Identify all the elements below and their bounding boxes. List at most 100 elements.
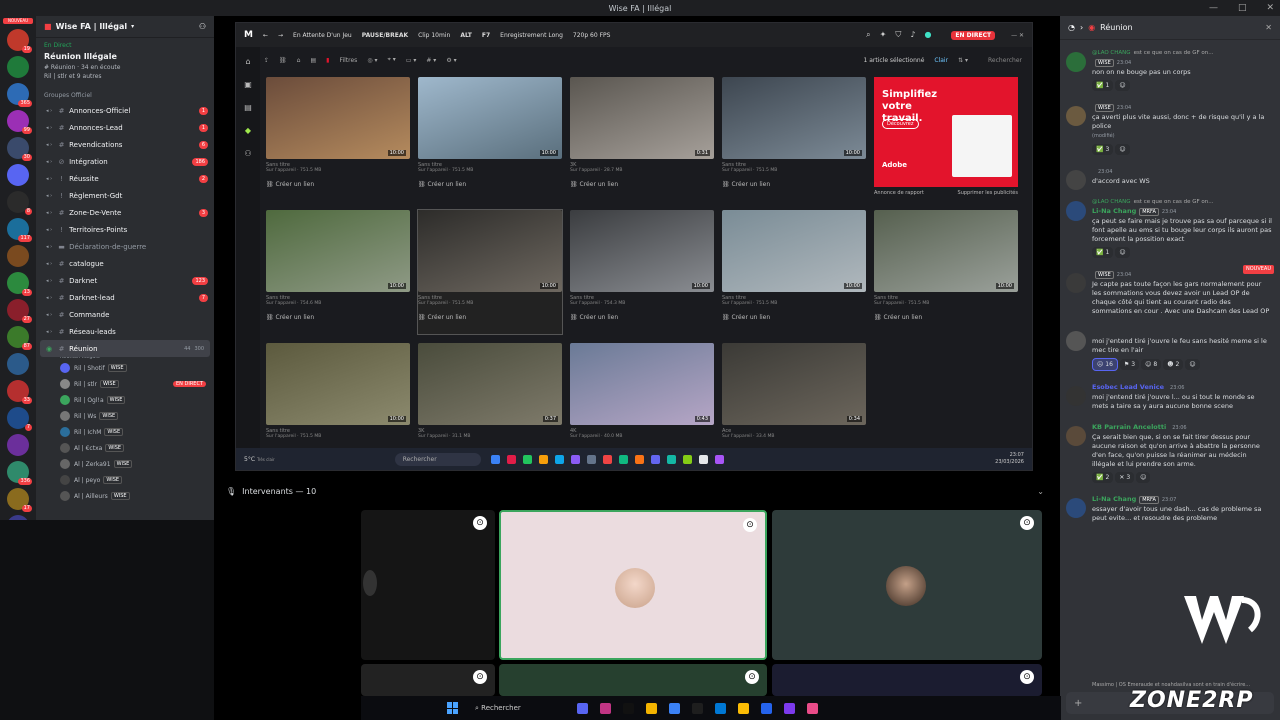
upload-icon[interactable]: ⇪ xyxy=(264,57,269,64)
server-icon[interactable]: 7 xyxy=(7,407,32,431)
server-icon[interactable]: 19 xyxy=(7,29,32,53)
clip-card[interactable]: 10:00 Sans titre Sur l'appareil · 751.5 MB… xyxy=(722,77,866,201)
clip-thumbnail[interactable]: 10:00 xyxy=(266,343,410,425)
reaction[interactable]: ☺ xyxy=(1185,359,1200,370)
ad-card[interactable]: Simplifiez votre travail. Découvrez Adobe A… xyxy=(874,77,1018,201)
reaction[interactable]: ✅ 1 xyxy=(1092,80,1114,91)
tag-icon[interactable]: ⌂ xyxy=(297,57,301,64)
location-icon[interactable]: ⌖ ▾ xyxy=(387,56,395,64)
reaction[interactable]: ⚑ 3 xyxy=(1119,359,1140,370)
voice-member[interactable]: Ril | Shotif WISE xyxy=(36,360,214,376)
clip-thumbnail[interactable]: 10:00 xyxy=(418,210,562,292)
friends-icon[interactable]: ⚇ xyxy=(244,149,251,158)
author-name[interactable]: Li-Na Chang xyxy=(1092,495,1136,503)
search-icon[interactable]: ⌕ xyxy=(866,30,870,40)
avatar[interactable] xyxy=(1066,201,1086,221)
folder-icon[interactable]: ▤ xyxy=(244,103,252,112)
chevron-right-icon[interactable]: › xyxy=(1080,23,1083,32)
voice-member[interactable]: Ril | Ogl!a WISE xyxy=(36,392,214,408)
back-icon[interactable]: ← xyxy=(263,32,268,39)
clip-thumbnail[interactable]: 0:37 xyxy=(418,343,562,425)
create-link-button[interactable]: ⛓ Créer un lien xyxy=(418,314,562,321)
clip-thumbnail[interactable]: 10:00 xyxy=(266,77,410,159)
tile-menu-icon[interactable]: ⊙ xyxy=(1020,516,1034,530)
shield-icon[interactable]: ⛉ xyxy=(895,30,901,40)
reaction[interactable]: ☻ 2 xyxy=(1163,359,1184,370)
server-icon[interactable]: 13 xyxy=(7,272,32,296)
channel-catalogue[interactable]: ◂ › # catalogue xyxy=(36,255,214,272)
reaction[interactable]: ☺ xyxy=(1136,472,1151,483)
server-icon[interactable]: 30 xyxy=(7,137,32,161)
create-link-button[interactable]: ⛓ Créer un lien xyxy=(570,314,714,321)
channel-r-glement-gdt[interactable]: ◂ ›! Règlement-Gdt xyxy=(36,187,214,204)
gift-icon[interactable]: ✦ xyxy=(880,30,887,40)
voice-member[interactable]: Al | Ailleurs WISE xyxy=(36,488,214,504)
taskbar-app-icon[interactable] xyxy=(623,702,634,714)
create-link-button[interactable]: ⛓ Créer un lien xyxy=(874,314,1018,321)
reaction[interactable]: ✅ 1 xyxy=(1092,247,1114,258)
taskbar-app-icon[interactable] xyxy=(669,702,680,714)
chevron-down-icon[interactable]: ⌄ xyxy=(1037,487,1044,496)
avatar[interactable] xyxy=(1066,273,1086,293)
clip-thumbnail[interactable]: 10:00 xyxy=(266,210,410,292)
create-link-button[interactable]: ⛓ Créer un lien xyxy=(722,314,866,321)
reaction[interactable]: ☹ 16 xyxy=(1092,358,1118,371)
taskbar-app-icon[interactable] xyxy=(646,702,657,714)
clip-card[interactable]: 0:31 3K Sur l'appareil · 28.7 MB ⛓ Créer un… xyxy=(570,77,714,201)
taskbar-app-icon[interactable] xyxy=(577,702,588,714)
create-link-button[interactable]: ⛓ Créer un lien xyxy=(266,314,410,321)
avatar[interactable] xyxy=(1066,426,1086,446)
filters-button[interactable]: Filtres xyxy=(339,57,357,64)
channel-annonces-officiel[interactable]: ◂ › # Annonces-Officiel 1 xyxy=(36,102,214,119)
channel-darknet[interactable]: ◂ › # Darknet 123 xyxy=(36,272,214,289)
taskbar-search[interactable]: ⌕ Rechercher xyxy=(475,704,571,713)
server-icon[interactable]: 33 xyxy=(7,380,32,404)
speaker-tile-2[interactable]: ⊙ xyxy=(499,510,767,660)
game-icon[interactable]: ◆ xyxy=(245,126,251,135)
clip-thumbnail[interactable]: 0:31 xyxy=(570,77,714,159)
taskbar-app-icon[interactable] xyxy=(807,702,818,714)
taskbar-app-icon[interactable] xyxy=(738,702,749,714)
server-icon[interactable]: 117 xyxy=(7,218,32,242)
channel-revendications[interactable]: ◂ › # Revendications 6 xyxy=(36,136,214,153)
voice-member[interactable]: Al | Zerka91 WISE xyxy=(36,456,214,472)
clip-card[interactable]: 10:00 Sans titre Sur l'appareil · 751.5 MB… xyxy=(418,77,562,201)
clip-card[interactable]: 10:00 Sans titre Sur l'appareil · 751.5 MB… xyxy=(874,210,1018,334)
reaction[interactable]: ✕ 3 xyxy=(1115,472,1135,483)
tile-menu-icon[interactable]: ⊙ xyxy=(743,518,757,532)
avatar[interactable] xyxy=(1066,498,1086,518)
category-label[interactable]: Groupes Officiel xyxy=(36,84,214,102)
channel-annonces-lead[interactable]: ◂ › # Annonces-Lead 1 xyxy=(36,119,214,136)
server-icon[interactable] xyxy=(7,515,29,520)
author-name[interactable]: KB Parrain Ancelotti xyxy=(1092,423,1166,431)
delete-icon[interactable]: ▮ xyxy=(326,57,329,64)
clip-thumbnail[interactable]: 10:00 xyxy=(722,210,866,292)
avatar[interactable] xyxy=(1066,52,1086,72)
avatar[interactable] xyxy=(1066,386,1086,406)
clip-thumbnail[interactable]: 10:00 xyxy=(570,210,714,292)
voice-member[interactable]: Ril | Ws WISE xyxy=(36,408,214,424)
reaction[interactable]: ✅ 3 xyxy=(1092,144,1114,155)
screen-share[interactable]: M ← → En Attente D'un Jeu PAUSE/BREAK Cl… xyxy=(235,22,1033,471)
reaction[interactable]: ☺ xyxy=(1115,247,1130,258)
clip-thumbnail[interactable]: 10:00 xyxy=(418,77,562,159)
clip-card[interactable]: 10:00 Sans titre Sur l'appareil · 751.5 MB… xyxy=(266,77,410,201)
bell-icon[interactable]: ♪ xyxy=(910,30,915,40)
server-icon[interactable] xyxy=(7,434,29,456)
ad-banner[interactable]: Simplifiez votre travail. Découvrez Adobe xyxy=(874,77,1018,187)
tile-menu-icon[interactable]: ⊙ xyxy=(745,670,759,684)
voice-member[interactable]: Ril | stlr WISE EN DIRECT xyxy=(36,376,214,392)
create-link-button[interactable]: ⛓ Créer un lien xyxy=(570,181,714,188)
taskbar-app-icon[interactable] xyxy=(692,702,703,714)
speaker-tile-3[interactable]: ⊙ xyxy=(772,510,1042,660)
theme-toggle[interactable]: Clair xyxy=(934,57,948,64)
server-icon[interactable]: 336 xyxy=(7,461,32,485)
hash-filter-icon[interactable]: # ▾ xyxy=(426,57,436,64)
channel-territoires-points[interactable]: ◂ ›! Territoires-Points xyxy=(36,221,214,238)
clip-thumbnail[interactable]: 10:00 xyxy=(722,77,866,159)
server-icon[interactable] xyxy=(7,164,29,186)
reaction[interactable]: ✅ 2 xyxy=(1092,472,1114,483)
channel-int-gration[interactable]: ◂ › ⊘ Intégration 186 xyxy=(36,153,214,170)
reaction[interactable]: ☺ xyxy=(1115,144,1130,155)
taskbar-app-icon[interactable] xyxy=(784,702,795,714)
